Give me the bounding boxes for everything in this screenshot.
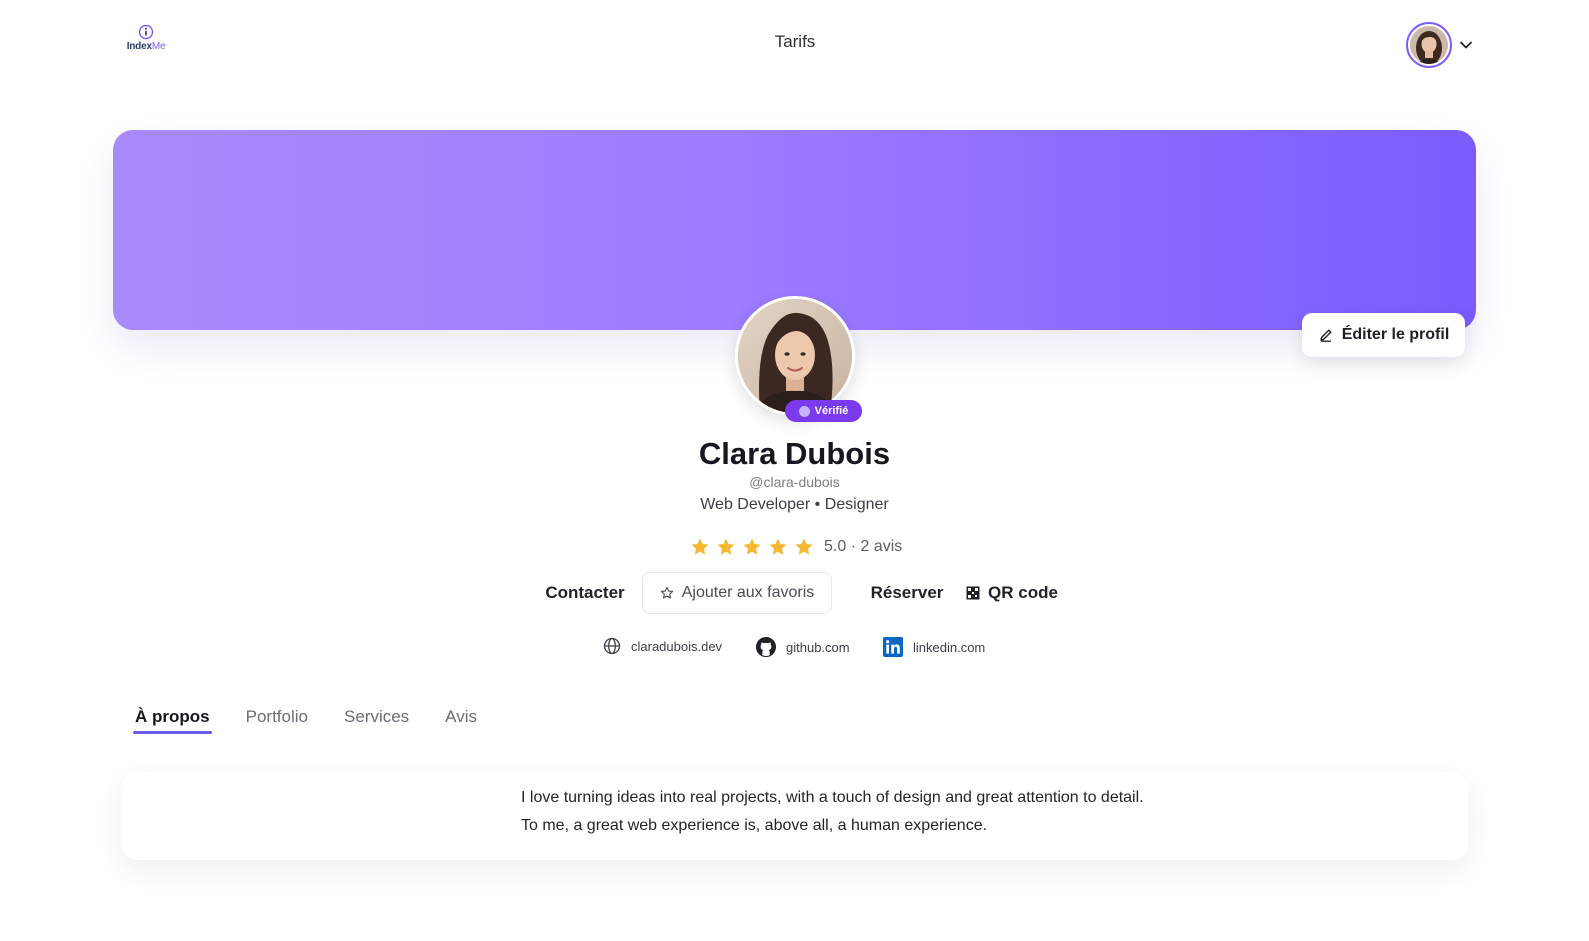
star-icon xyxy=(795,538,813,555)
reserve-button[interactable]: Réserver xyxy=(852,572,962,614)
profile-handle: @clara-dubois xyxy=(749,474,840,490)
github-link[interactable]: github.com xyxy=(756,637,850,657)
logo-text: IndexMe xyxy=(124,41,168,52)
tab-reviews[interactable]: Avis xyxy=(443,694,479,734)
qr-code-icon xyxy=(966,586,980,600)
user-avatar-icon xyxy=(1410,26,1448,64)
user-menu[interactable] xyxy=(1406,22,1476,68)
profile-actions: Contacter Ajouter aux favoris Réserver Q… xyxy=(0,572,1589,614)
reserve-label: Réserver xyxy=(870,583,944,602)
edit-profile-button[interactable]: Éditer le profil xyxy=(1302,313,1465,357)
linkedin-icon xyxy=(883,637,903,657)
globe-icon xyxy=(603,637,621,655)
add-favorite-label: Ajouter aux favoris xyxy=(681,584,815,601)
star-outline-icon xyxy=(660,586,673,599)
star-icon xyxy=(769,538,787,555)
logo-text-me: Me xyxy=(151,41,166,52)
verified-badge: Vérifié xyxy=(785,400,862,422)
about-card: I love turning ideas into real projects,… xyxy=(121,772,1468,860)
star-icon xyxy=(717,538,735,555)
github-link-label: github.com xyxy=(786,639,850,655)
verified-label: Vérifié xyxy=(814,405,849,417)
qr-code-button[interactable]: QR code xyxy=(958,572,1066,614)
profile-portrait xyxy=(738,299,852,413)
logo-text-index: Index xyxy=(126,41,152,52)
social-links: claradubois.dev github.com linkedin.com xyxy=(0,637,1589,659)
tab-about[interactable]: À propos xyxy=(133,694,212,734)
profile-tabs: À propos Portfolio Services Avis xyxy=(133,694,511,734)
website-link-label: claradubois.dev xyxy=(631,638,723,654)
profile-photo xyxy=(735,296,855,416)
linkedin-link[interactable]: linkedin.com xyxy=(883,637,985,657)
shield-check-icon xyxy=(798,405,810,417)
github-icon xyxy=(756,637,776,657)
tab-services[interactable]: Services xyxy=(342,694,411,734)
top-navigation: IndexMe Tarifs xyxy=(0,0,1589,90)
qr-code-label: QR code xyxy=(988,583,1058,602)
about-text-line1: I love turning ideas into real projects,… xyxy=(521,789,1144,806)
contact-button[interactable]: Contacter xyxy=(530,572,640,614)
add-favorite-button[interactable]: Ajouter aux favoris xyxy=(642,572,832,614)
profile-name: Clara Dubois xyxy=(698,436,891,471)
tab-portfolio[interactable]: Portfolio xyxy=(244,694,310,734)
logo-info-icon xyxy=(138,24,154,40)
contact-label: Contacter xyxy=(545,583,625,602)
about-text-line2: To me, a great web experience is, above … xyxy=(521,817,988,834)
edit-profile-label: Éditer le profil xyxy=(1341,326,1450,343)
website-link[interactable]: claradubois.dev xyxy=(603,637,722,655)
profile-role: Web Developer • Designer xyxy=(700,496,889,513)
chevron-down-icon[interactable] xyxy=(1458,37,1474,53)
pencil-icon xyxy=(1320,329,1332,342)
rating: 5.0 · 2 avis xyxy=(690,536,902,558)
star-icon xyxy=(743,538,761,555)
nav-link-pricing[interactable]: Tarifs xyxy=(745,32,845,52)
star-icon xyxy=(691,538,709,555)
avatar[interactable] xyxy=(1406,22,1452,68)
indexme-logo[interactable]: IndexMe xyxy=(124,24,168,56)
rating-text: 5.0 · 2 avis xyxy=(824,538,903,555)
linkedin-link-label: linkedin.com xyxy=(913,639,986,655)
